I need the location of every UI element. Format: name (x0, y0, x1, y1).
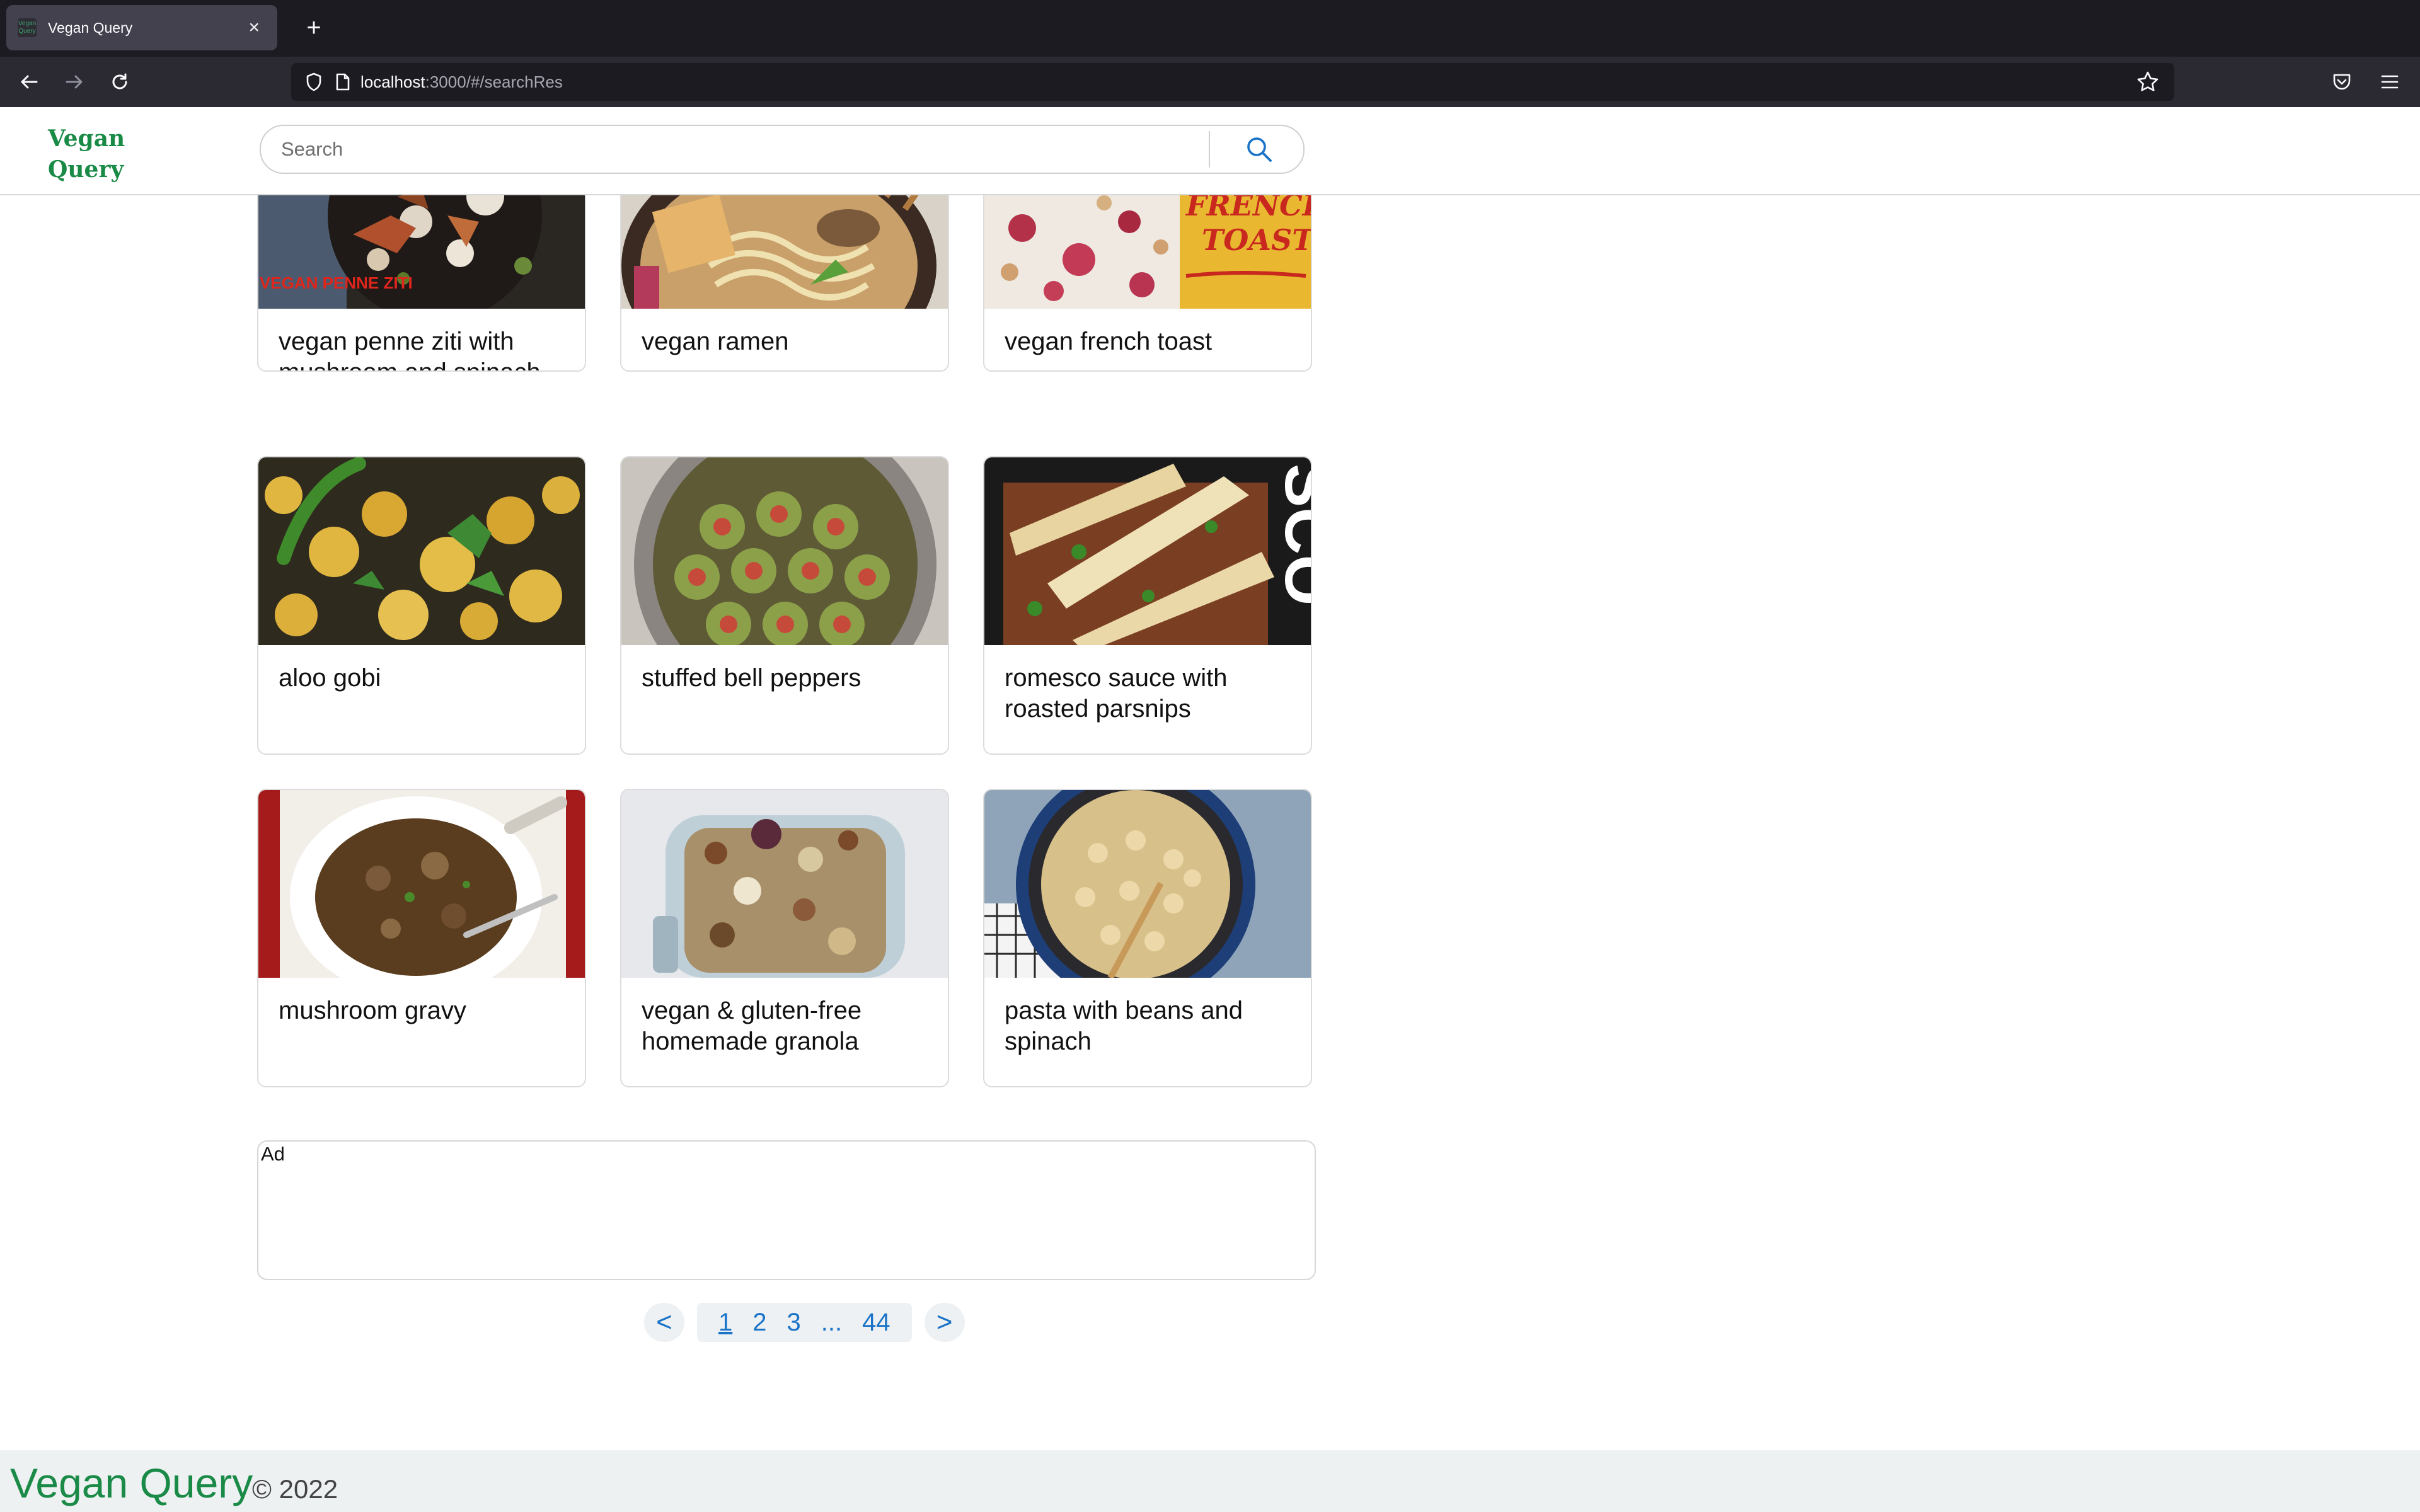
recipe-card[interactable]: SCO romesco sauce with roasted parsnips (983, 456, 1312, 755)
logo-line-1: Vegan (48, 125, 125, 152)
recipe-image (621, 195, 948, 309)
browser-nav-bar: localhost:3000/#/searchRes (0, 57, 2420, 107)
recipe-title: vegan penne ziti with mushroom and spina… (279, 328, 541, 370)
svg-text:FRENCH: FRENCH (1185, 195, 1311, 222)
recipe-title: vegan french toast (1005, 328, 1213, 355)
url-host: localhost (360, 72, 425, 91)
recipe-title: aloo gobi (279, 664, 381, 692)
recipe-title: mushroom gravy (279, 997, 466, 1024)
recipe-card[interactable]: mushroom gravy (257, 789, 586, 1087)
results-area: VEGAN PENNE ZITI vegan penne ziti with m… (0, 195, 2420, 1449)
pocket-icon[interactable] (2324, 64, 2360, 100)
recipe-image (258, 457, 585, 645)
footer-copyright: © 2022 (252, 1474, 338, 1504)
recipe-card[interactable]: FRENCH TOAST vegan french toast (983, 195, 1312, 372)
recipe-title: pasta with beans and spinach (1005, 997, 1243, 1055)
svg-text:TOAST: TOAST (1202, 223, 1311, 257)
page-link-2[interactable]: 2 (752, 1309, 766, 1337)
tab-title: Vegan Query (48, 19, 133, 36)
recipe-card[interactable]: VEGAN PENNE ZITI vegan penne ziti with m… (257, 195, 586, 372)
page-info-icon[interactable] (335, 72, 350, 91)
search-bar (260, 125, 1305, 174)
site-favicon-icon: Vegan Query (18, 18, 37, 37)
svg-text:SCO: SCO (1271, 464, 1311, 605)
next-page-button[interactable]: > (924, 1303, 965, 1342)
page-ellipsis[interactable]: ... (821, 1309, 842, 1337)
page-link-3[interactable]: 3 (787, 1309, 801, 1337)
site-logo[interactable]: Vegan Query (48, 123, 136, 185)
prev-page-button[interactable]: < (644, 1303, 684, 1342)
page-numbers: 1 2 3 ... 44 (697, 1303, 912, 1342)
site-header: Vegan Query (0, 107, 2420, 195)
recipe-title: vegan & gluten-free homemade granola (642, 997, 862, 1055)
page-link-44[interactable]: 44 (862, 1309, 890, 1337)
search-button[interactable] (1228, 131, 1291, 168)
search-icon (1247, 137, 1272, 162)
search-input[interactable] (280, 137, 1196, 161)
browser-tab[interactable]: Vegan Query Vegan Query × (6, 5, 277, 50)
recipe-image: SCO (984, 457, 1311, 645)
footer-brand[interactable]: Vegan Query (10, 1459, 253, 1507)
recipe-title: vegan ramen (642, 328, 789, 355)
url-path: :3000/#/searchRes (425, 72, 563, 91)
recipe-card[interactable]: aloo gobi (257, 456, 586, 755)
back-arrow-icon[interactable] (11, 64, 47, 100)
recipe-card[interactable]: stuffed bell peppers (620, 456, 949, 755)
page-link-1[interactable]: 1 (718, 1309, 732, 1337)
recipe-image (258, 790, 585, 978)
recipe-image: FRENCH TOAST (984, 195, 1311, 309)
svg-text:VEGAN PENNE ZITI: VEGAN PENNE ZITI (260, 273, 413, 292)
forward-arrow-icon[interactable] (57, 64, 92, 100)
recipe-title: romesco sauce with roasted parsnips (1005, 664, 1228, 723)
logo-line-2: Query (48, 156, 124, 183)
menu-hamburger-icon[interactable] (2372, 64, 2407, 100)
recipe-title: stuffed bell peppers (642, 664, 861, 692)
search-divider (1209, 131, 1210, 168)
address-bar[interactable]: localhost:3000/#/searchRes (291, 63, 2174, 101)
ad-label: Ad (261, 1143, 285, 1165)
ad-banner[interactable]: Ad (257, 1140, 1316, 1280)
recipe-image: VEGAN PENNE ZITI (258, 195, 585, 309)
bookmark-star-icon[interactable] (2136, 71, 2159, 96)
browser-tab-bar: Vegan Query Vegan Query × + (0, 0, 2420, 57)
recipe-image (621, 790, 948, 978)
shield-icon[interactable] (305, 72, 323, 91)
recipe-image (621, 457, 948, 645)
reload-icon[interactable] (102, 64, 137, 100)
pagination: < 1 2 3 ... 44 > (644, 1303, 965, 1342)
new-tab-icon[interactable]: + (296, 10, 331, 45)
recipe-image (984, 790, 1311, 978)
url-text: localhost:3000/#/searchRes (360, 72, 563, 92)
recipe-card[interactable]: vegan & gluten-free homemade granola (620, 789, 949, 1087)
recipe-card[interactable]: pasta with beans and spinach (983, 789, 1312, 1087)
recipe-card[interactable]: vegan ramen (620, 195, 949, 372)
tab-close-icon[interactable]: × (248, 17, 260, 38)
site-footer: Vegan Query © 2022 (0, 1450, 2420, 1512)
